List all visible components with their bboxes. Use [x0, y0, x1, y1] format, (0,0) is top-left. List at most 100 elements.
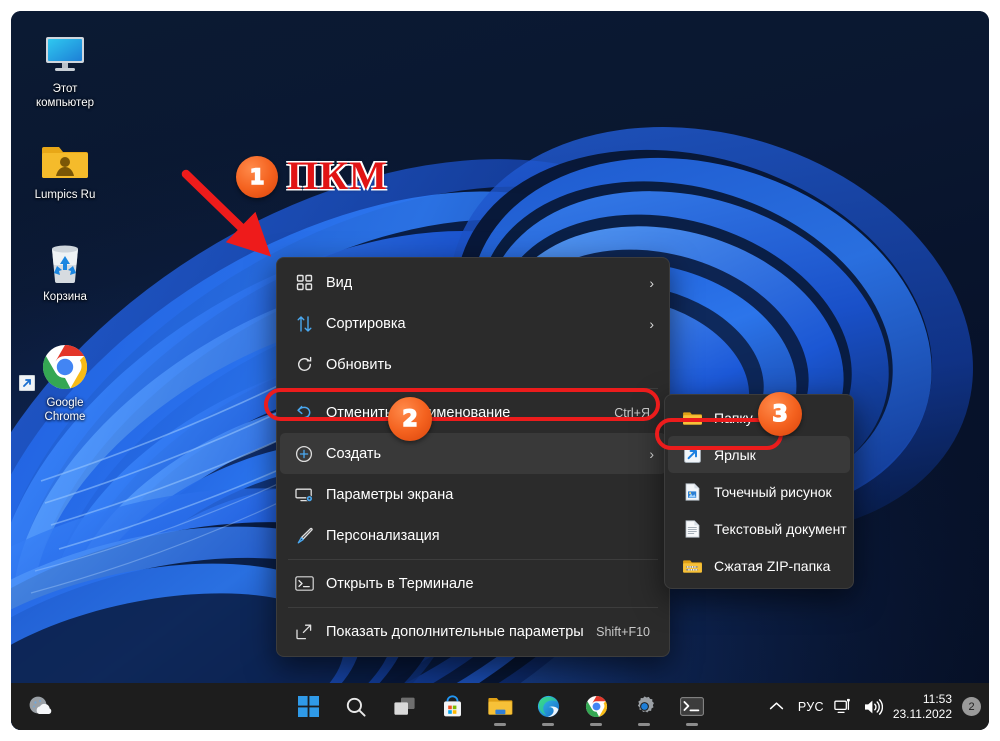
folder-icon [487, 698, 512, 715]
running-indicator [638, 722, 650, 726]
desktop-icon-this-pc[interactable]: Этот компьютер [19, 25, 111, 110]
plus-circle-icon [289, 445, 319, 463]
tray-date: 23.11.2022 [892, 706, 952, 721]
system-tray: РУС 11:53 23.11.2022 2 [765, 683, 981, 730]
chrome-icon [585, 695, 607, 718]
display-settings-icon [289, 486, 319, 504]
running-indicator [686, 722, 698, 726]
gear-icon [637, 696, 654, 713]
search-icon [346, 697, 366, 717]
context-menu-item-undo-rename[interactable]: Отменить переименование Ctrl+Я [280, 392, 666, 433]
screenshot-frame: Этот компьютер Lumpics Ru Корзина Google… [0, 0, 1000, 741]
text-file-icon [677, 519, 707, 538]
step1-label-pkm: ПКМ [287, 153, 388, 198]
submenu-item-shortcut[interactable]: Ярлык [668, 436, 850, 473]
monitor-icon [19, 25, 111, 77]
running-indicator [494, 722, 506, 726]
taskbar-button-task-view[interactable] [384, 687, 424, 727]
context-menu-item-label: Открыть в Терминале [326, 575, 474, 592]
context-menu-item-display-settings[interactable]: Параметры экрана [280, 474, 666, 515]
submenu-item-bitmap[interactable]: Точечный рисунок [668, 473, 850, 510]
context-menu-item-personalization[interactable]: Персонализация [280, 515, 666, 556]
zip-folder-icon [677, 558, 707, 574]
taskbar-button-file-explorer[interactable] [480, 687, 520, 727]
submenu-item-label: Точечный рисунок [714, 483, 832, 500]
bitmap-file-icon [677, 482, 707, 501]
desktop-icon-lumpics-ru[interactable]: Lumpics Ru [19, 131, 111, 202]
taskbar-button-settings[interactable] [624, 687, 664, 727]
taskbar-button-group [288, 683, 712, 730]
tray-notification-badge[interactable]: 2 [962, 697, 981, 716]
context-menu-item-open-in-terminal[interactable]: Открыть в Терминале [280, 563, 666, 604]
folder-icon [677, 410, 707, 426]
taskbar-button-google-chrome[interactable] [576, 687, 616, 727]
step-badge-3: 3 [758, 392, 802, 436]
submenu-item-text-document[interactable]: Текстовый документ [668, 510, 850, 547]
menu-separator [288, 607, 658, 608]
desktop-icon-recycle-bin[interactable]: Корзина [19, 233, 111, 304]
terminal-icon [680, 697, 704, 716]
volume-icon [864, 698, 883, 715]
network-icon [834, 698, 850, 713]
windows-logo-icon [297, 696, 319, 717]
context-menu-item-shortcut: Ctrl+Я [614, 405, 650, 420]
step-badge-2: 2 [388, 397, 432, 441]
taskbar: РУС 11:53 23.11.2022 2 [11, 683, 989, 730]
chrome-icon [19, 339, 111, 391]
submenu-item-zip-folder[interactable]: Сжатая ZIP-папка [668, 547, 850, 584]
context-menu-item-shortcut: Shift+F10 [596, 624, 650, 639]
running-indicator [542, 722, 554, 726]
submenu-item-label: Текстовый документ [714, 520, 847, 537]
task-view-icon [393, 697, 415, 715]
recycle-bin-icon [19, 233, 111, 285]
taskbar-button-microsoft-store[interactable] [432, 687, 472, 727]
desktop-icon-google-chrome[interactable]: Google Chrome [19, 339, 111, 424]
desktop-screen: Этот компьютер Lumpics Ru Корзина Google… [11, 11, 989, 730]
refresh-icon [289, 356, 319, 373]
taskbar-button-start[interactable] [288, 687, 328, 727]
taskbar-button-search[interactable] [336, 687, 376, 727]
chevron-right-icon: › [649, 445, 654, 462]
taskbar-weather-widget[interactable] [25, 683, 55, 730]
desktop-icon-label: Google Chrome [44, 397, 86, 423]
tray-network-button[interactable] [834, 698, 853, 716]
user-folder-icon [19, 131, 111, 183]
context-menu-item-label: Вид [326, 274, 353, 291]
context-menu-item-view[interactable]: Вид › [280, 262, 666, 303]
context-menu-item-new[interactable]: Создать › [280, 433, 666, 474]
tray-clock[interactable]: 11:53 23.11.2022 [893, 692, 952, 722]
desktop-icon-label: Корзина [43, 291, 87, 303]
step-badge-1: 1 [236, 156, 278, 198]
desktop-icon-label: Этот компьютер [36, 83, 94, 109]
context-menu-item-label: Отменить переименование [326, 404, 511, 421]
chevron-right-icon: › [649, 274, 654, 291]
tray-time: 11:53 [922, 691, 952, 706]
context-menu-item-label: Показать дополнительные параметры [326, 623, 584, 640]
tray-language-indicator[interactable]: РУС [798, 700, 824, 714]
shortcut-icon [677, 446, 707, 463]
edge-icon [537, 695, 559, 718]
sort-icon [289, 315, 319, 333]
desktop-context-menu: Вид › Сортировка › Обновить Отменить пер… [276, 257, 670, 657]
context-menu-item-label: Обновить [326, 356, 392, 373]
terminal-icon [289, 576, 319, 591]
submenu-item-label: Ярлык [714, 446, 756, 463]
new-item-submenu: Папку Ярлык Точечный рисунок Текстовый д… [664, 394, 854, 589]
submenu-item-label: Сжатая ZIP-папка [714, 557, 831, 574]
expand-icon [289, 623, 319, 641]
undo-icon [289, 404, 319, 421]
menu-separator [288, 559, 658, 560]
context-menu-item-show-more-options[interactable]: Показать дополнительные параметры Shift+… [280, 611, 666, 652]
grid-view-icon [289, 274, 319, 291]
taskbar-button-terminal[interactable] [672, 687, 712, 727]
context-menu-item-sort[interactable]: Сортировка › [280, 303, 666, 344]
tray-volume-button[interactable] [863, 698, 883, 716]
taskbar-button-microsoft-edge[interactable] [528, 687, 568, 727]
menu-separator [288, 388, 658, 389]
context-menu-item-label: Сортировка [326, 315, 406, 332]
desktop-icon-label: Lumpics Ru [34, 189, 96, 201]
tray-overflow-button[interactable] [765, 701, 788, 712]
context-menu-item-refresh[interactable]: Обновить [280, 344, 666, 385]
context-menu-item-label: Персонализация [326, 527, 440, 544]
context-menu-item-label: Создать [326, 445, 382, 462]
